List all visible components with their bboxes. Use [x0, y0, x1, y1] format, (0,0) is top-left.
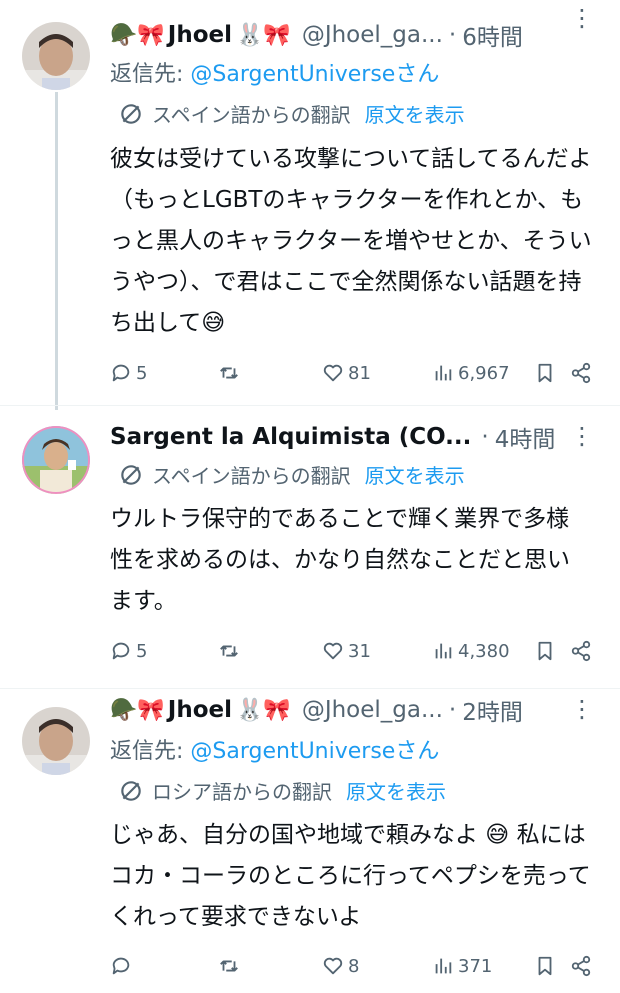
bookmark-button[interactable] — [534, 955, 560, 977]
views-icon — [435, 365, 452, 381]
bookmark-icon — [538, 363, 552, 383]
retweet-button[interactable] — [218, 955, 244, 977]
tweet[interactable]: 🪖🎀 Jhoel 🐰🎀 @Jhoel_ga... · 2時間 返信先: @Sar… — [0, 688, 620, 993]
heart-icon — [323, 642, 343, 660]
views-icon — [435, 643, 452, 659]
reply-icon — [112, 957, 130, 975]
separator-dot: · — [481, 424, 489, 450]
avatar[interactable] — [22, 22, 90, 90]
reply-to-line: 返信先: @SargentUniverseさん — [110, 733, 439, 765]
translation-note: ロシア語からの翻訳 — [152, 780, 332, 804]
view-count: 371 — [458, 955, 493, 977]
retweet-icon — [220, 367, 238, 379]
timestamp[interactable]: 2時間 — [462, 693, 523, 727]
show-original-link[interactable]: 原文を表示 — [365, 460, 465, 489]
tweet-header: 🪖🎀 Jhoel 🐰🎀 @Jhoel_ga... · 2時間 — [110, 693, 606, 727]
translation-note: スペイン語からの翻訳 — [152, 103, 351, 127]
like-count: 81 — [348, 362, 371, 384]
reply-prefix: 返信先: — [110, 62, 191, 87]
avatar[interactable] — [22, 707, 90, 775]
display-name[interactable]: Jhoel — [168, 697, 232, 723]
translate-icon — [121, 780, 141, 801]
user-emoji: 🐰🎀 — [236, 697, 291, 723]
like-count: 8 — [348, 955, 360, 977]
bookmark-icon — [538, 641, 552, 661]
like-count: 31 — [348, 640, 371, 662]
tweet-header: Sargent la Alquimista (CO... · 4時間 — [110, 420, 606, 454]
user-emoji: 🪖🎀 — [110, 22, 165, 48]
display-name[interactable]: Sargent la Alquimista (CO... — [110, 424, 471, 450]
tweet-text: じゃあ、自分の国や地域で頼みなよ 😅 私にはコカ・コーラのところに行ってペプシを… — [110, 822, 591, 930]
like-button[interactable]: 81 — [322, 362, 371, 384]
bookmark-button[interactable] — [534, 640, 560, 662]
reply-mention-link[interactable]: @SargentUniverseさん — [190, 62, 439, 87]
more-dots-icon[interactable]: ⋮ — [570, 4, 594, 32]
retweet-icon — [220, 960, 238, 972]
tweet-header: 🪖🎀 Jhoel 🐰🎀 @Jhoel_ga... · 6時間 — [110, 18, 606, 52]
tweet[interactable]: 🪖🎀 Jhoel 🐰🎀 @Jhoel_ga... · 6時間 返信先: @Sar… — [0, 0, 620, 405]
avatar[interactable] — [22, 426, 90, 494]
reply-to-line: 返信先: @SargentUniverseさん — [110, 56, 439, 88]
translation-bar: スペイン語からの翻訳 原文を表示 — [118, 460, 465, 489]
translate-icon — [121, 464, 141, 485]
bookmark-button[interactable] — [534, 362, 560, 384]
timestamp[interactable]: 4時間 — [495, 420, 556, 454]
tweet-actions: 8 371 — [110, 955, 592, 985]
reply-count: 5 — [136, 362, 148, 384]
heart-icon — [323, 957, 343, 975]
show-original-link[interactable]: 原文を表示 — [346, 776, 446, 805]
retweet-button[interactable] — [218, 362, 244, 384]
like-button[interactable]: 31 — [322, 640, 371, 662]
more-dots-icon[interactable]: ⋮ — [570, 695, 594, 723]
more-dots-icon[interactable]: ⋮ — [570, 422, 594, 450]
views-icon — [435, 958, 452, 974]
separator-dot: · — [448, 22, 457, 48]
views-button[interactable]: 4,380 — [432, 640, 510, 662]
views-button[interactable]: 6,967 — [432, 362, 510, 384]
bookmark-icon — [538, 956, 552, 976]
tweet-actions: 5 31 4,380 — [110, 640, 592, 670]
share-button[interactable] — [570, 362, 596, 384]
tweet[interactable]: Sargent la Alquimista (CO... · 4時間 スペイン語… — [0, 405, 620, 688]
show-original-link[interactable]: 原文を表示 — [365, 99, 465, 128]
tweet-actions: 5 81 6,967 — [110, 362, 592, 392]
retweet-icon — [220, 645, 238, 657]
retweet-button[interactable] — [218, 640, 244, 662]
reply-prefix: 返信先: — [110, 739, 191, 764]
reply-count: 5 — [136, 640, 148, 662]
user-emoji: 🐰🎀 — [236, 22, 291, 48]
display-name[interactable]: Jhoel — [168, 22, 232, 48]
reply-icon — [112, 364, 130, 382]
reply-button[interactable]: 5 — [110, 362, 147, 384]
translate-icon — [121, 103, 141, 124]
timestamp[interactable]: 6時間 — [462, 18, 523, 52]
share-icon — [571, 640, 591, 662]
user-emoji: 🪖🎀 — [110, 697, 165, 723]
user-handle[interactable]: @Jhoel_ga... — [302, 22, 443, 48]
translation-bar: スペイン語からの翻訳 原文を表示 — [118, 99, 465, 128]
views-button[interactable]: 371 — [432, 955, 492, 977]
share-icon — [571, 955, 591, 977]
view-count: 6,967 — [458, 362, 510, 384]
share-button[interactable] — [570, 955, 596, 977]
translation-bar: ロシア語からの翻訳 原文を表示 — [118, 776, 446, 805]
reply-icon — [112, 642, 130, 660]
user-handle[interactable]: @Jhoel_ga... — [302, 697, 443, 723]
reply-button[interactable]: 5 — [110, 640, 147, 662]
tweet-text: ウルトラ保守的であることで輝く業界で多様性を求めるのは、かなり自然なことだと思い… — [110, 506, 570, 614]
reply-mention-link[interactable]: @SargentUniverseさん — [190, 739, 439, 764]
share-icon — [571, 362, 591, 384]
view-count: 4,380 — [458, 640, 510, 662]
translation-note: スペイン語からの翻訳 — [152, 464, 351, 488]
tweet-text: 彼女は受けている攻撃について話してるんだよ（もっとLGBTのキャラクターを作れと… — [110, 146, 592, 336]
heart-icon — [323, 364, 343, 382]
share-button[interactable] — [570, 640, 596, 662]
separator-dot: · — [448, 697, 457, 723]
like-button[interactable]: 8 — [322, 955, 359, 977]
reply-button[interactable] — [110, 955, 136, 977]
